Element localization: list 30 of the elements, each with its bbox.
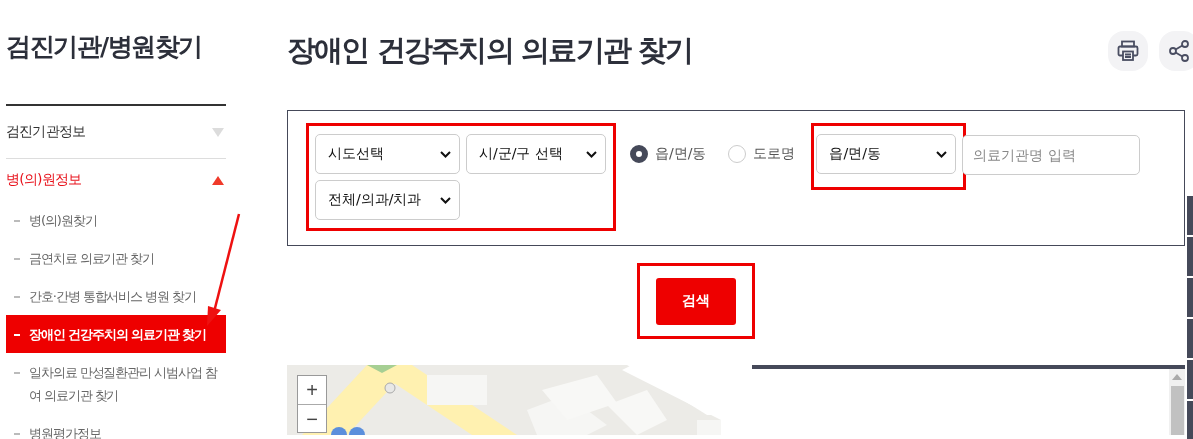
chevron-icon <box>586 150 597 158</box>
dropdown[interactable]: 시도선택 <box>315 134 460 175</box>
submenu-item[interactable]: 병원평가정보 <box>6 414 226 439</box>
search-button[interactable]: 검색 <box>656 277 736 325</box>
submenu-item[interactable]: 장애인 건강주치의 의료기관 찾기 <box>6 315 226 353</box>
chevron-icon <box>440 196 451 204</box>
dropdown[interactable]: 전체/의과/치과 <box>315 180 460 221</box>
sidebar-title: 검진기관/병원찾기 <box>6 30 226 106</box>
radio-option[interactable]: 읍/면/동 <box>630 145 707 164</box>
dropdown[interactable]: 읍/면/동 <box>816 134 957 175</box>
print-button[interactable] <box>1108 31 1148 72</box>
submenu-item[interactable]: 금연치료 의료기관 찾기 <box>6 239 226 277</box>
menu-item[interactable]: 병(의)원정보 <box>6 159 226 201</box>
input-field[interactable]: 의료기관명 입력 <box>962 135 1141 176</box>
printer-icon <box>1116 39 1140 64</box>
submenu-item[interactable]: 병(의)원찾기 <box>6 201 226 239</box>
submenu-item[interactable]: 일차의료 만성질환관리 시범사업 참여 의료기관 찾기 <box>6 353 226 414</box>
dropdown[interactable]: 시/군/구 선택 <box>466 134 606 175</box>
triangle-icon <box>212 127 224 137</box>
chevron-icon <box>440 150 451 158</box>
share-icon <box>1167 39 1191 64</box>
triangle-icon <box>212 175 224 185</box>
menu-item[interactable]: 검진기관정보 <box>6 106 226 159</box>
scrollbar[interactable] <box>1169 369 1185 435</box>
scroll-up-icon <box>1172 374 1182 380</box>
submenu-item[interactable]: 간호·간병 통합서비스 병원 찾기 <box>6 277 226 315</box>
chevron-icon <box>936 150 948 158</box>
share-button[interactable] <box>1159 31 1193 72</box>
page-title: 장애인 건강주치의 의료기관 찾기 <box>287 32 693 70</box>
radio-option[interactable]: 도로명 <box>728 145 796 164</box>
